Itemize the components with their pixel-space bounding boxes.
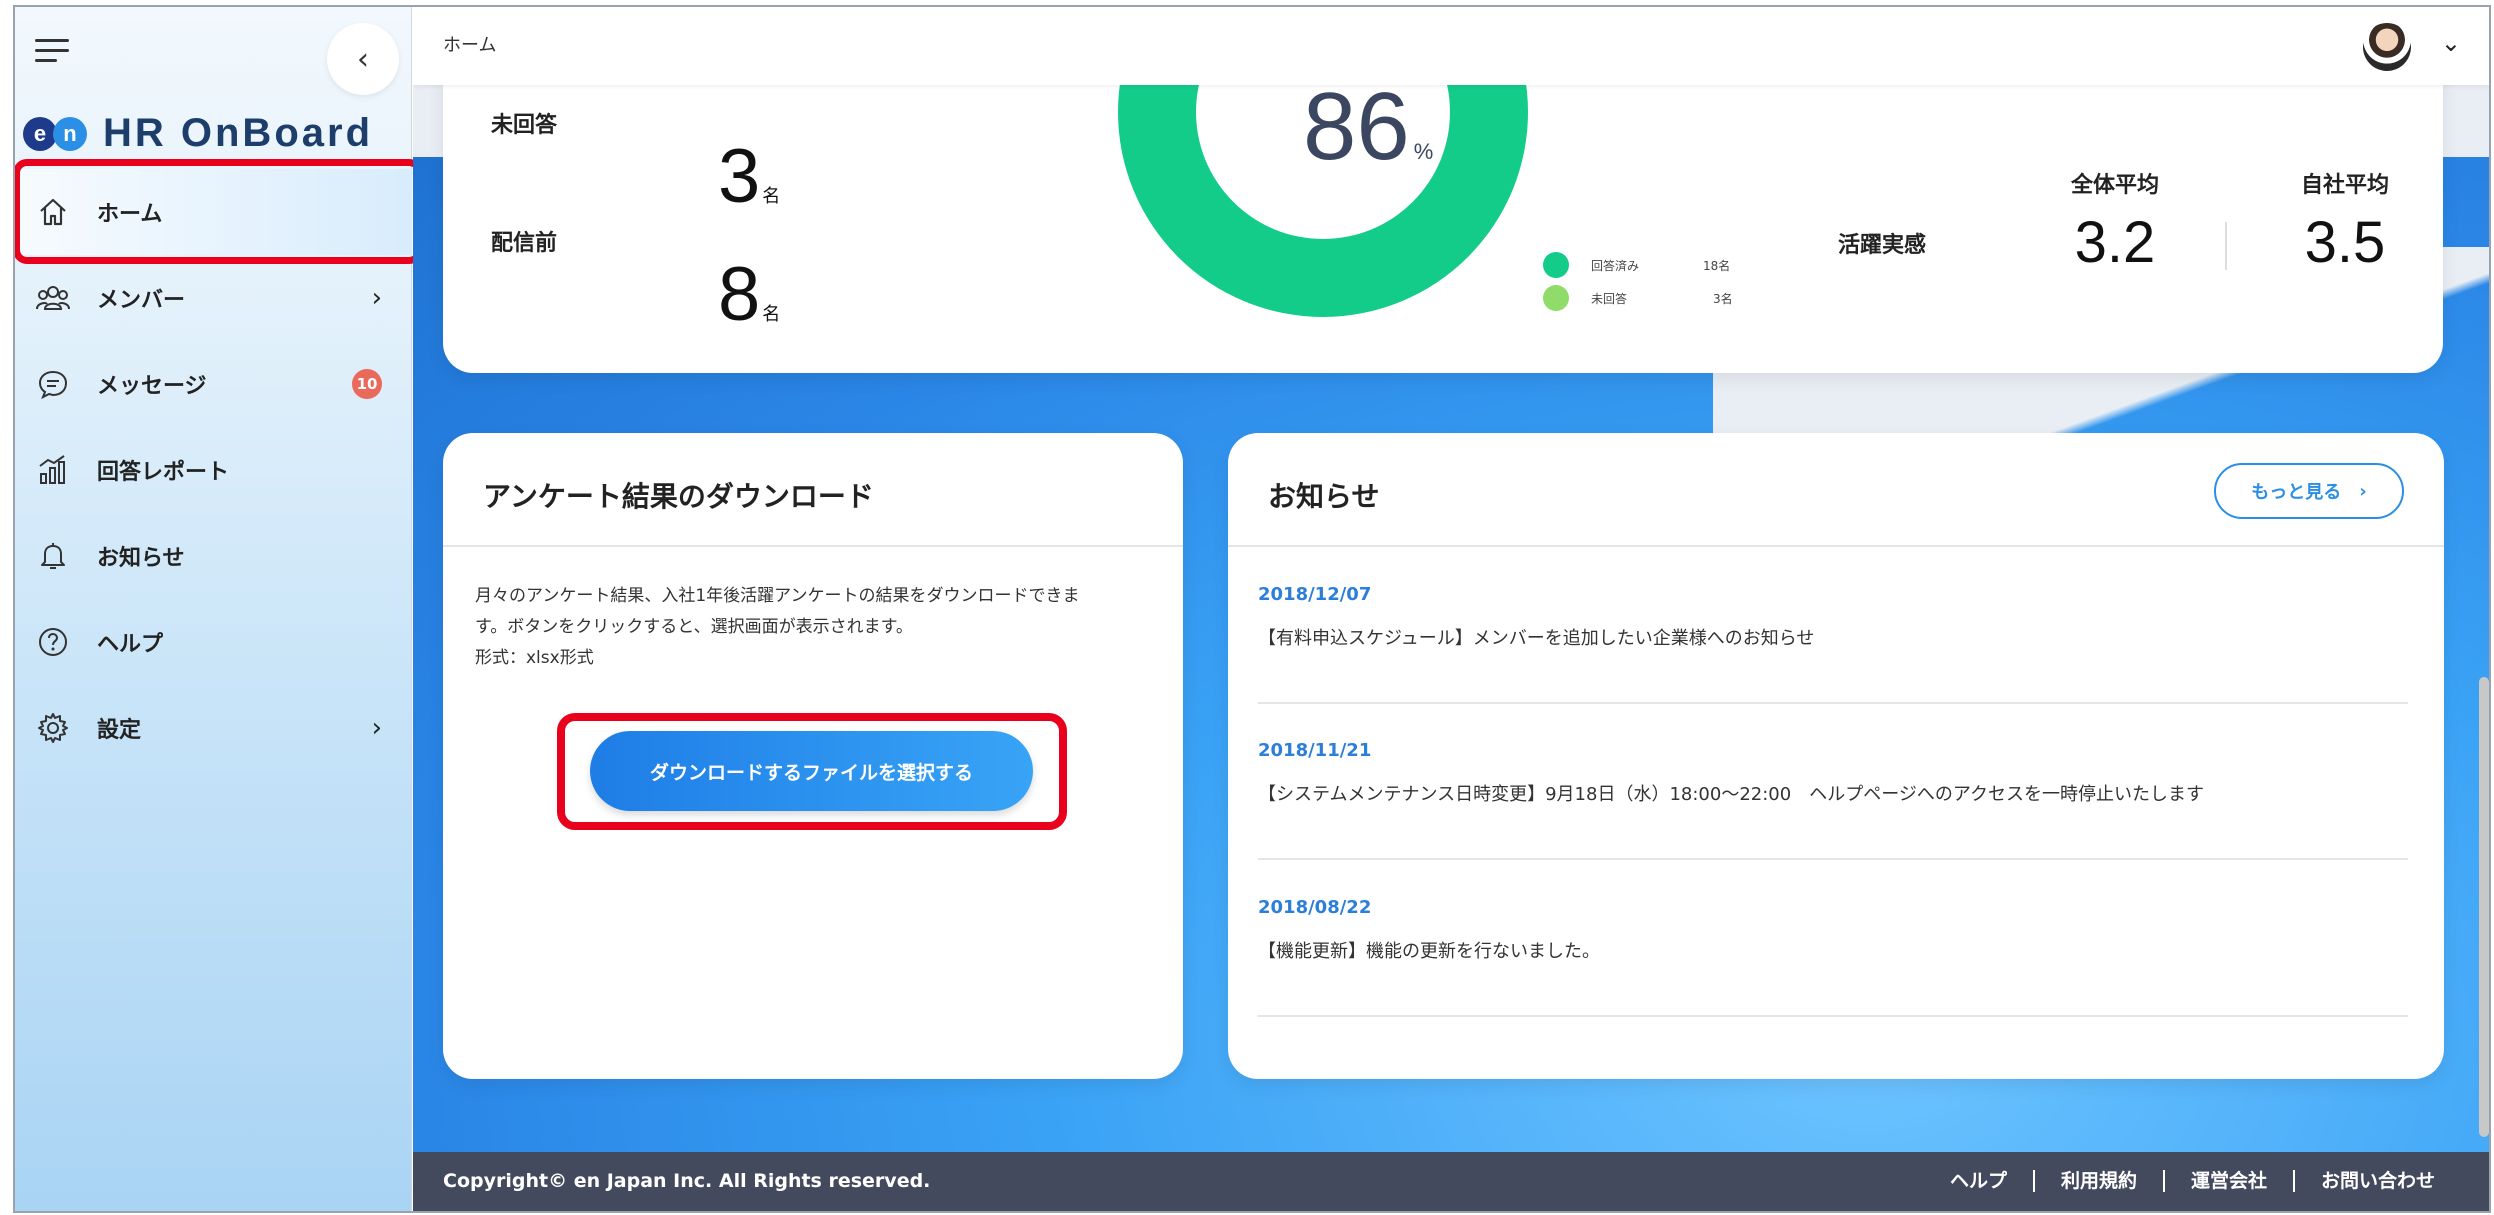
gear-icon: [35, 710, 71, 746]
news-item[interactable]: 2018/11/21 【システムメンテナンス日時変更】9月18日（水）18:00…: [1258, 704, 2408, 860]
sidebar-item-label: メッセージ: [97, 374, 207, 399]
footer-link-company[interactable]: 運営会社: [2162, 1170, 2293, 1192]
sidebar-item-members[interactable]: メンバー ›: [15, 255, 412, 341]
unread-count-badge: 10: [352, 369, 382, 399]
top-bar: ホーム ⌄: [413, 7, 2489, 85]
sidebar-item-label: メンバー: [97, 288, 186, 313]
copyright: Copyright© en Japan Inc. All Rights rese…: [443, 1170, 931, 1192]
news-card-title: お知らせ: [1268, 480, 1380, 513]
sidebar-item-home[interactable]: ホーム: [15, 169, 412, 255]
chevron-right-icon: ›: [371, 713, 382, 743]
divider: [1228, 545, 2444, 547]
sidebar-nav: ホーム メンバー › メッセージ 10 回答レポート お知らせ ヘルプ 設定 ›: [15, 169, 412, 771]
message-icon: [35, 366, 71, 402]
unanswered-label: 未回答: [491, 113, 558, 138]
members-icon: [35, 280, 71, 316]
sidebar-item-label: 回答レポート: [97, 460, 230, 485]
news-card: お知らせ もっと見る › 2018/12/07 【有料申込スケジュール】メンバーを…: [1228, 433, 2444, 1079]
footer-links: ヘルプ 利用規約 運営会社 お問い合わせ: [1924, 1170, 2461, 1192]
bell-icon: [35, 538, 71, 574]
news-date[interactable]: 2018/12/07: [1258, 584, 1371, 605]
see-more-button[interactable]: もっと見る ›: [2214, 463, 2404, 519]
company-average: 自社平均 3.5: [2300, 173, 2389, 275]
news-text[interactable]: 【機能更新】機能の更新を行ないました。: [1258, 937, 1600, 963]
footer-link-help[interactable]: ヘルプ: [1924, 1170, 2033, 1192]
sidebar-item-label: お知らせ: [97, 546, 185, 571]
home-icon: [35, 194, 71, 230]
download-card: アンケート結果のダウンロード 月々のアンケート結果、入社1年後活躍アンケートの結…: [443, 433, 1183, 1079]
sidebar-item-label: ヘルプ: [97, 632, 164, 657]
app-logo[interactable]: e n HR OnBoard: [23, 111, 373, 156]
news-text[interactable]: 【有料申込スケジュール】メンバーを追加したい企業様へのお知らせ: [1258, 624, 1814, 650]
download-card-title: アンケート結果のダウンロード: [483, 480, 874, 513]
legend-swatch: [1543, 252, 1569, 278]
legend-answered: 回答済み 18名: [1543, 252, 1730, 278]
legend-unanswered: 未回答 3名: [1543, 285, 1733, 311]
chevron-down-icon[interactable]: ⌄: [2441, 29, 2461, 57]
user-avatar[interactable]: [2363, 23, 2411, 71]
report-chart-icon: [35, 452, 71, 488]
chevron-right-icon: ›: [2359, 480, 2367, 502]
sidebar-item-label: ホーム: [97, 202, 163, 227]
chevron-left-icon: ‹: [357, 41, 369, 77]
unanswered-count: 3名: [718, 134, 781, 219]
before-delivery-label: 配信前: [491, 231, 558, 256]
engagement-label: 活躍実感: [1838, 233, 1927, 258]
en-logo-icon: e n: [23, 116, 87, 151]
before-delivery-count: 8名: [718, 252, 781, 337]
news-date[interactable]: 2018/08/22: [1258, 897, 1371, 918]
sidebar-item-label: 設定: [97, 718, 142, 743]
sidebar-collapse-button[interactable]: ‹: [327, 23, 399, 95]
chevron-right-icon: ›: [371, 283, 382, 313]
overall-average: 全体平均 3.2: [2070, 173, 2159, 275]
app-name: HR OnBoard: [103, 111, 373, 155]
footer-link-contact[interactable]: お問い合わせ: [2292, 1170, 2461, 1192]
news-item[interactable]: 2018/08/22 【機能更新】機能の更新を行ないました。: [1258, 861, 2408, 1017]
sidebar-item-messages[interactable]: メッセージ 10: [15, 341, 412, 427]
footer-link-terms[interactable]: 利用規約: [2032, 1170, 2163, 1192]
news-item[interactable]: 2018/12/07 【有料申込スケジュール】メンバーを追加したい企業様へのお知…: [1258, 548, 2408, 704]
breadcrumb[interactable]: ホーム: [443, 31, 496, 57]
divider: [2225, 222, 2227, 270]
sidebar-item-help[interactable]: ヘルプ: [15, 599, 412, 685]
hamburger-menu-icon[interactable]: [35, 37, 69, 65]
divider: [443, 545, 1183, 547]
help-icon: [35, 624, 71, 660]
legend-swatch: [1543, 285, 1569, 311]
app-window: ‹ e n HR OnBoard ホーム メンバー › メッセージ 10 回答レ…: [13, 5, 2491, 1213]
sidebar: ‹ e n HR OnBoard ホーム メンバー › メッセージ 10 回答レ…: [15, 7, 423, 1211]
footer: Copyright© en Japan Inc. All Rights rese…: [413, 1152, 2489, 1211]
response-rate-value: 86%: [1303, 73, 1434, 180]
select-download-file-button[interactable]: ダウンロードするファイルを選択する: [590, 731, 1033, 811]
sidebar-item-reports[interactable]: 回答レポート: [15, 427, 412, 513]
news-date[interactable]: 2018/11/21: [1258, 740, 1371, 761]
news-text[interactable]: 【システムメンテナンス日時変更】9月18日（水）18:00～22:00 ヘルプペ…: [1258, 780, 2204, 806]
sidebar-item-settings[interactable]: 設定 ›: [15, 685, 412, 771]
vertical-scrollbar[interactable]: [2479, 677, 2489, 1137]
main-content: ホーム ⌄ 未回答 3名 配信前 8名 86% 回答済み 18名 未回答 3名 …: [413, 7, 2489, 1211]
download-description: 月々のアンケート結果、入社1年後活躍アンケートの結果をダウンロードできま す。ボ…: [475, 586, 1080, 668]
sidebar-item-notices[interactable]: お知らせ: [15, 513, 412, 599]
